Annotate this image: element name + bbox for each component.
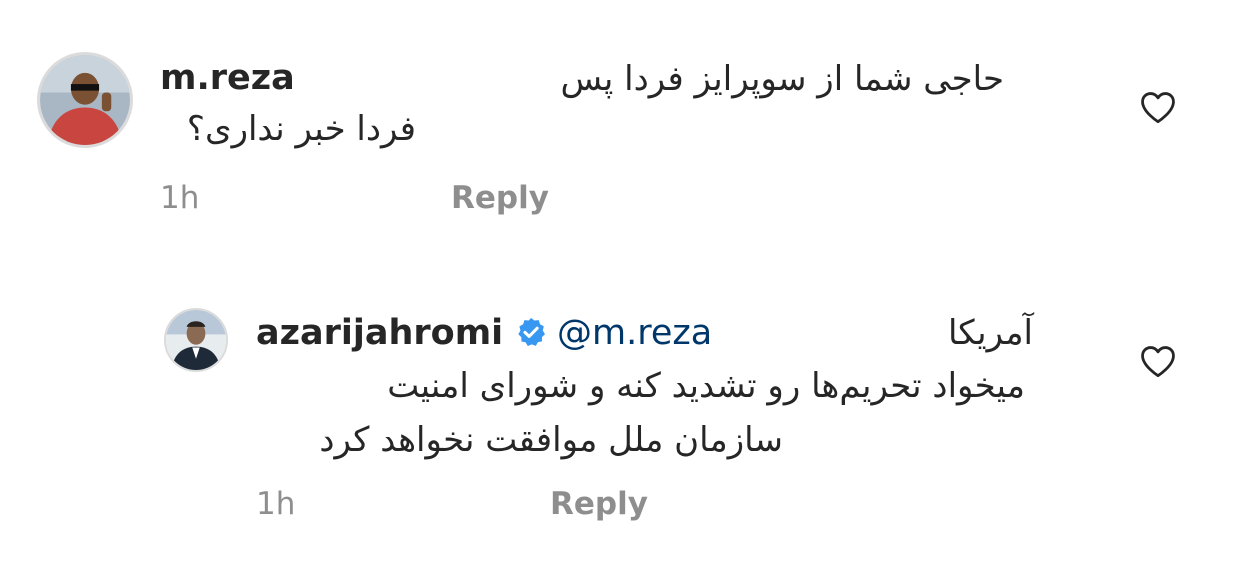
comment-timestamp: 1h (160, 180, 200, 216)
avatar[interactable] (164, 308, 228, 372)
comment-username[interactable]: m.reza (160, 58, 295, 98)
comment-text-line: حاجی شما از سوپرایز فردا پس (560, 59, 1005, 99)
mention-link[interactable]: @m.reza (557, 313, 712, 353)
verified-badge-icon (518, 318, 545, 346)
heart-outline-icon[interactable] (1139, 344, 1177, 378)
comment-timestamp: 1h (256, 486, 296, 522)
comment-text-line: فردا خبر نداری؟ (186, 109, 416, 149)
comment-username[interactable]: azarijahromi (256, 313, 503, 353)
reply-button[interactable]: Reply (451, 180, 549, 216)
heart-outline-icon[interactable] (1139, 90, 1177, 124)
comment-text-line: میخواد تحریم‌ها رو تشدید کنه و شورای امن… (387, 366, 1025, 406)
comment-text-line: سازمان ملل موافقت نخواهد کرد (319, 420, 783, 460)
redacted-area (730, 316, 936, 356)
redacted-area (300, 60, 520, 104)
avatar-photo (40, 55, 130, 145)
avatar[interactable] (37, 52, 133, 148)
reply-button[interactable]: Reply (550, 486, 648, 522)
comment-text-line: آمریکا (947, 313, 1033, 353)
avatar-photo (166, 310, 226, 370)
